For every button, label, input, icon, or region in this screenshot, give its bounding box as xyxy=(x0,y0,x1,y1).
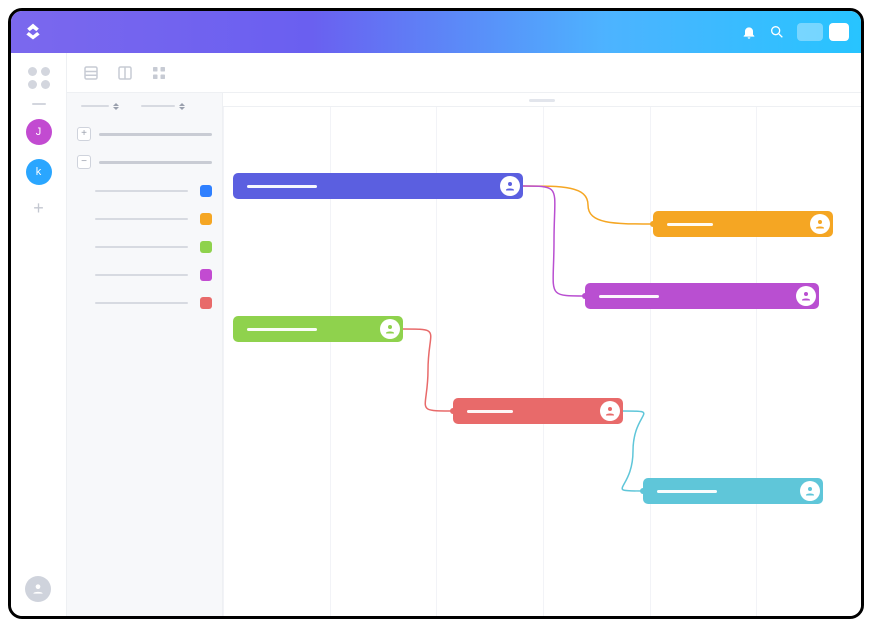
panel-sort-row xyxy=(77,101,212,111)
grid-view-icon[interactable] xyxy=(149,63,169,83)
top-header xyxy=(11,11,861,53)
assignee-avatar-icon[interactable] xyxy=(796,286,816,306)
task-title-placeholder xyxy=(247,328,317,331)
group-header-2[interactable]: − xyxy=(77,155,212,169)
assignee-avatar-icon[interactable] xyxy=(380,319,400,339)
drag-handle-icon[interactable] xyxy=(529,99,555,102)
profile-icon[interactable] xyxy=(25,576,51,602)
sort-caret-icon xyxy=(113,101,119,111)
list-view-icon[interactable] xyxy=(81,63,101,83)
view-toolbar xyxy=(67,53,861,93)
task-row[interactable] xyxy=(77,205,212,233)
gantt-task-bar[interactable] xyxy=(453,398,623,424)
sort-control-1[interactable] xyxy=(81,101,119,111)
task-row[interactable] xyxy=(77,289,212,317)
task-color-chip xyxy=(200,185,212,197)
task-row[interactable] xyxy=(77,233,212,261)
task-row[interactable] xyxy=(77,177,212,205)
sort-control-2[interactable] xyxy=(141,101,185,111)
workspace-avatar-j[interactable]: J xyxy=(26,119,52,145)
task-panel: + − xyxy=(67,93,223,616)
task-label-placeholder xyxy=(95,246,188,248)
gantt-task-bar[interactable] xyxy=(233,173,523,199)
task-title-placeholder xyxy=(599,295,659,298)
gantt-task-bar[interactable] xyxy=(233,316,403,342)
divider-icon xyxy=(32,103,46,105)
gantt-task-bar[interactable] xyxy=(643,478,823,504)
gantt-header xyxy=(223,93,861,107)
task-row[interactable] xyxy=(77,261,212,289)
task-label-placeholder xyxy=(95,302,188,304)
add-workspace-button[interactable]: + xyxy=(29,199,49,219)
workspace-avatar-k[interactable]: k xyxy=(26,159,52,185)
gantt-area[interactable] xyxy=(223,93,861,616)
sort-caret-icon xyxy=(179,101,185,111)
header-chip-2[interactable] xyxy=(829,23,849,41)
assignee-avatar-icon[interactable] xyxy=(600,401,620,421)
header-chip-1[interactable] xyxy=(797,23,823,41)
assignee-avatar-icon[interactable] xyxy=(810,214,830,234)
task-title-placeholder xyxy=(247,185,317,188)
search-icon[interactable] xyxy=(763,18,791,46)
collapse-icon[interactable]: − xyxy=(77,155,91,169)
expand-icon[interactable]: + xyxy=(77,127,91,141)
bell-icon[interactable] xyxy=(735,18,763,46)
group-header-1[interactable]: + xyxy=(77,127,212,141)
assignee-avatar-icon[interactable] xyxy=(500,176,520,196)
task-label-placeholder xyxy=(95,190,188,192)
task-color-chip xyxy=(200,269,212,281)
task-title-placeholder xyxy=(467,410,513,413)
task-color-chip xyxy=(200,241,212,253)
left-rail: J k + xyxy=(11,53,67,616)
task-color-chip xyxy=(200,213,212,225)
board-view-icon[interactable] xyxy=(115,63,135,83)
gantt-task-bar[interactable] xyxy=(653,211,833,237)
app-logo[interactable] xyxy=(23,22,43,42)
gantt-task-bar[interactable] xyxy=(585,283,819,309)
task-label-placeholder xyxy=(95,274,188,276)
apps-icon[interactable] xyxy=(28,67,50,89)
task-title-placeholder xyxy=(657,490,717,493)
task-label-placeholder xyxy=(95,218,188,220)
task-title-placeholder xyxy=(667,223,713,226)
task-color-chip xyxy=(200,297,212,309)
assignee-avatar-icon[interactable] xyxy=(800,481,820,501)
